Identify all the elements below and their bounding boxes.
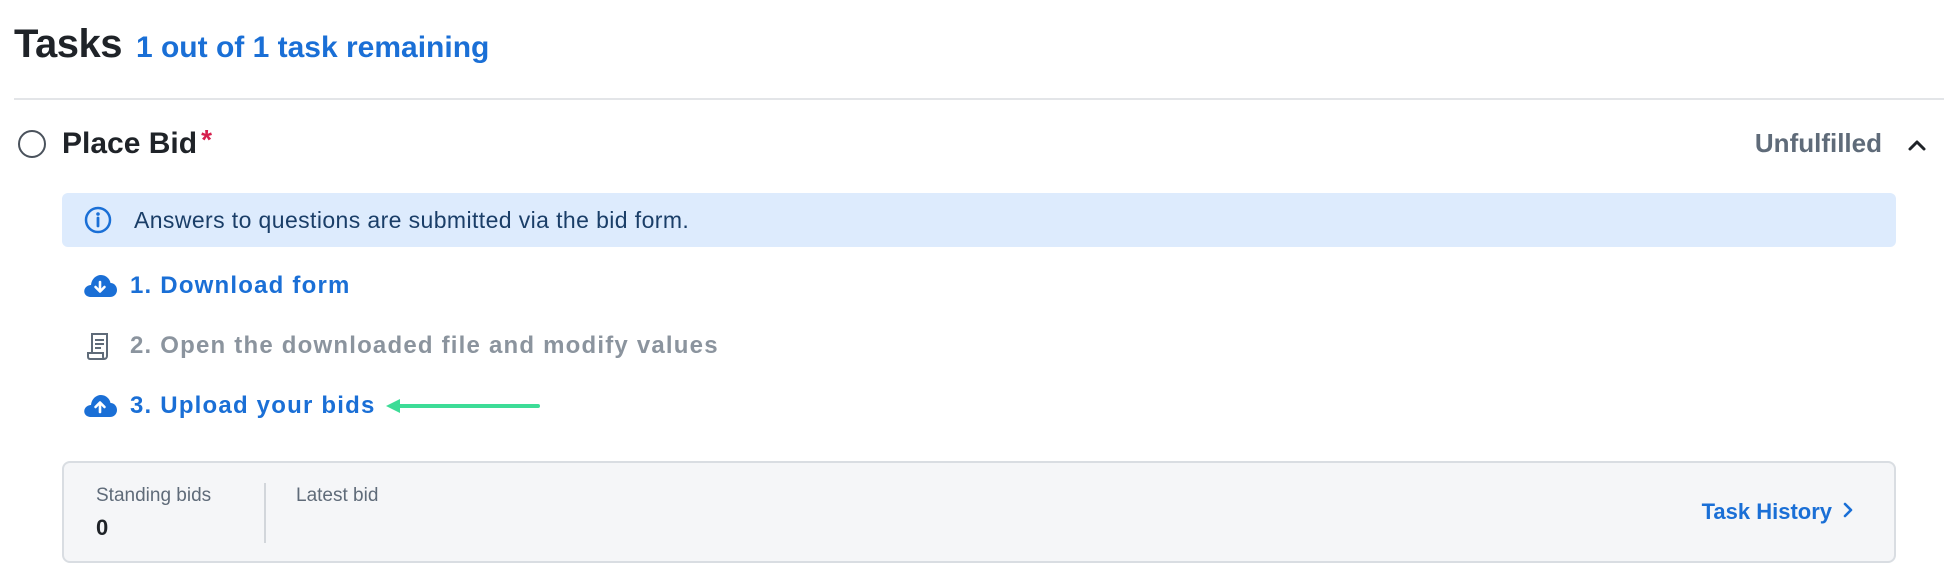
step-open-and-modify: 2. Open the downloaded file and modify v… — [82, 328, 719, 364]
document-icon — [82, 328, 118, 364]
step-download-form[interactable]: 1. Download form — [82, 268, 351, 304]
tasks-remaining-count: 1 out of 1 task remaining — [135, 31, 490, 64]
step-upload-bids[interactable]: 3. Upload your bids — [82, 388, 376, 424]
latest-bid-label: Latest bid — [296, 485, 379, 506]
info-banner-text: Answers to questions are submitted via t… — [134, 206, 690, 233]
task-history-label[interactable]: Task History — [1702, 499, 1832, 525]
standing-bids-value: 0 — [96, 515, 109, 540]
step-label[interactable]: 3. Upload your bids — [130, 392, 376, 420]
chevron-up-icon[interactable] — [1902, 130, 1932, 160]
cloud-download-icon — [82, 268, 118, 304]
info-icon — [82, 204, 114, 236]
cloud-upload-icon — [82, 388, 118, 424]
bid-stats-card: Standing bids 0 Latest bid Task History — [62, 461, 1896, 563]
step-label[interactable]: 1. Download form — [130, 272, 351, 300]
required-marker: * — [201, 124, 212, 155]
stat-separator — [264, 483, 266, 543]
header-divider — [14, 98, 1944, 100]
standing-bids-stat: Standing bids 0 — [96, 485, 211, 541]
step-label: 2. Open the downloaded file and modify v… — [130, 332, 719, 359]
tasks-page: Tasks 1 out of 1 task remaining Place Bi… — [0, 0, 1948, 586]
task-status-label: Unfulfilled — [1754, 128, 1882, 158]
chevron-right-icon — [1842, 501, 1854, 524]
page-title: Tasks — [14, 22, 122, 66]
latest-bid-stat: Latest bid — [296, 485, 378, 515]
info-banner: Answers to questions are submitted via t… — [62, 193, 1896, 247]
task-row-place-bid[interactable]: Place Bid * Unfulfilled — [18, 124, 1938, 164]
tasks-header: Tasks 1 out of 1 task remaining — [14, 22, 489, 67]
annotation-arrow — [386, 399, 540, 413]
task-status-radio[interactable] — [18, 130, 46, 158]
task-history-link[interactable]: Task History — [1702, 499, 1854, 525]
standing-bids-label: Standing bids — [96, 485, 212, 506]
task-name: Place Bid — [62, 127, 198, 160]
